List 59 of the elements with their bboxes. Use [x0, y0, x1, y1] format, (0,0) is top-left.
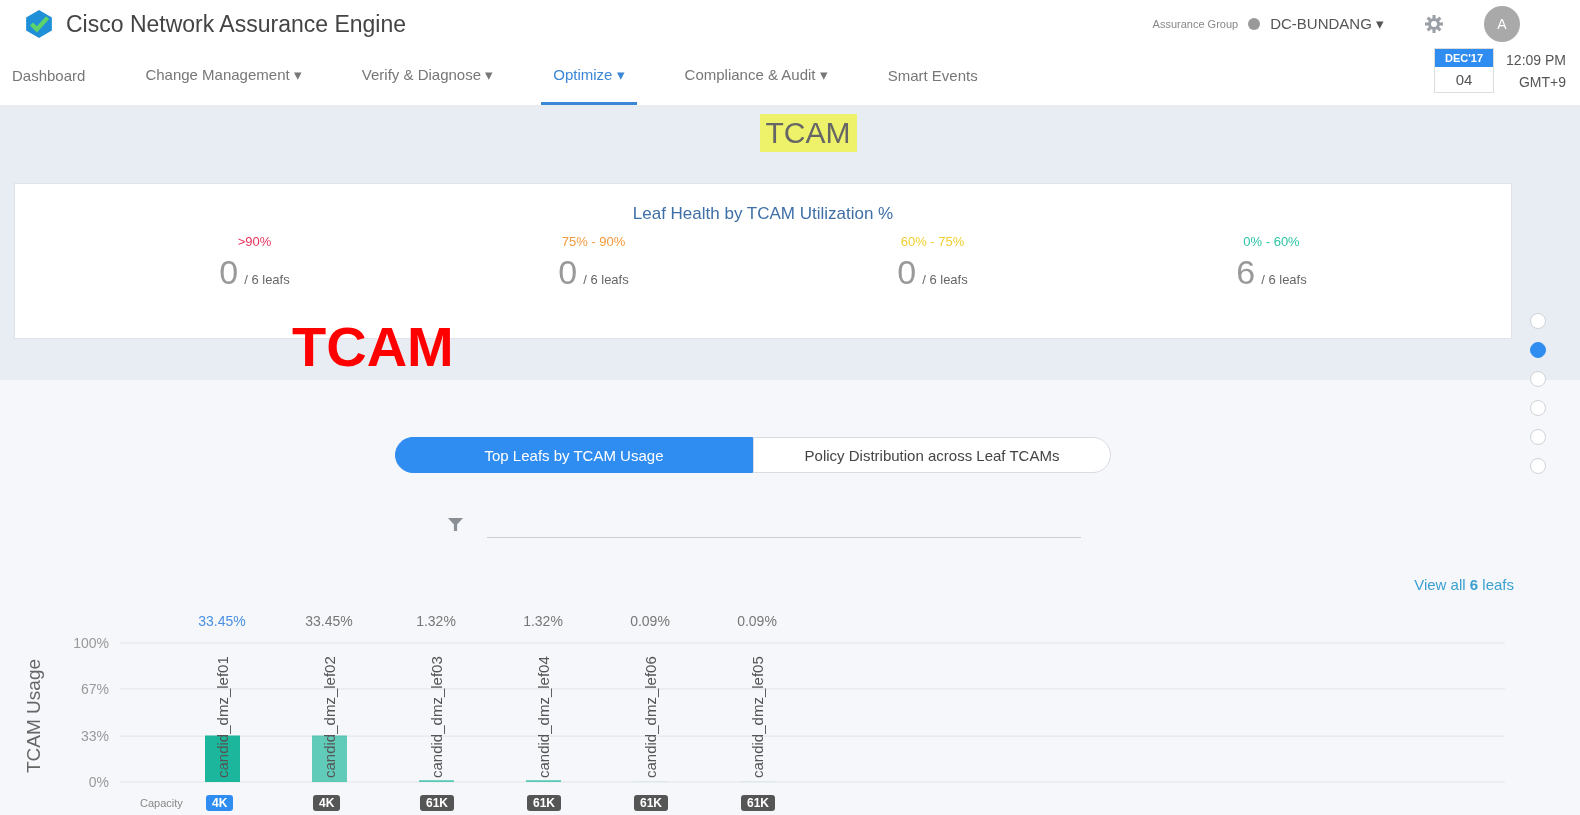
leaf-total: / 6 leafs [583, 272, 629, 287]
annotation-text: TCAM [292, 319, 454, 375]
capacity-badge: 4K [206, 795, 234, 811]
value-label: 1.32% [523, 613, 563, 629]
view-toggle-option[interactable]: Top Leafs by TCAM Usage [395, 437, 753, 473]
y-tick-label: 100% [73, 635, 109, 651]
card-title: Leaf Health by TCAM Utilization % [631, 204, 895, 224]
leaf-name: candid_dmz_lef06 [642, 656, 659, 778]
leaf-name: candid_dmz_lef04 [535, 656, 552, 778]
app-title: Cisco Network Assurance Engine [66, 10, 407, 38]
assurance-group-dropdown[interactable]: DC-BUNDANG ▾ [1270, 15, 1384, 33]
value-label: 0.09% [737, 613, 777, 629]
page-title: TCAM [759, 114, 857, 152]
leaf-name: candid_dmz_lef05 [749, 656, 766, 778]
nav-tab[interactable]: Verify & Diagnose ▾ [361, 48, 494, 105]
date-day: 04 [1455, 67, 1473, 92]
range-label: >90% [237, 234, 272, 249]
leaf-count: 6 [1236, 253, 1256, 292]
value-label: 33.45% [305, 613, 353, 629]
settings-icon[interactable] [1424, 14, 1444, 34]
nav-tab[interactable]: Smart Events [887, 48, 978, 105]
capacity-badge: 61K [634, 795, 668, 811]
capacity-badge: 61K [741, 795, 775, 811]
value-label: 0.09% [630, 613, 670, 629]
leaf-name: candid_dmz_lef01 [214, 656, 231, 778]
leaf-name: candid_dmz_lef02 [321, 656, 338, 778]
leaf-total: / 6 leafs [1261, 272, 1307, 287]
status-dot-icon [1248, 18, 1261, 30]
range-label: 0% - 60% [1243, 234, 1300, 249]
nav-tab[interactable]: Dashboard [12, 48, 86, 105]
y-axis-title: TCAM Usage [23, 659, 44, 773]
leaf-total: / 6 leafs [244, 272, 290, 287]
view-all-link[interactable]: View all 6 leafs [1414, 576, 1514, 593]
capacity-badge: 4K [313, 795, 341, 811]
leaf-count: 0 [558, 253, 578, 292]
value-label: 1.32% [416, 613, 456, 629]
capacity-badge: 61K [420, 795, 454, 811]
timezone-text: GMT+9 [1518, 74, 1566, 90]
nav-tab[interactable]: Compliance & Audit ▾ [684, 48, 828, 105]
leaf-count: 0 [897, 253, 917, 292]
assurance-group-label: Assurance Group [1152, 18, 1239, 30]
range-label: 75% - 90% [561, 234, 626, 249]
value-label: 33.45% [198, 613, 246, 629]
range-label: 60% - 75% [900, 234, 965, 249]
capacity-label: Capacity [140, 797, 183, 809]
y-tick-label: 0% [88, 774, 109, 790]
logo-icon [24, 9, 54, 39]
leaf-count: 0 [219, 253, 239, 292]
leaf-name: candid_dmz_lef03 [428, 656, 445, 778]
y-tick-label: 67% [80, 680, 109, 697]
view-toggle-option[interactable]: Policy Distribution across Leaf TCAMs [753, 437, 1111, 473]
time-text: 12:09 PM [1506, 52, 1566, 68]
capacity-badge: 61K [527, 795, 561, 811]
nav-tab[interactable]: Change Management ▾ [145, 48, 302, 105]
filter-icon[interactable] [448, 517, 463, 532]
date-month: DEC'17 [1435, 49, 1494, 67]
y-tick-label: 33% [80, 728, 109, 745]
user-avatar[interactable]: A [1484, 6, 1520, 42]
leaf-total: / 6 leafs [922, 272, 968, 287]
